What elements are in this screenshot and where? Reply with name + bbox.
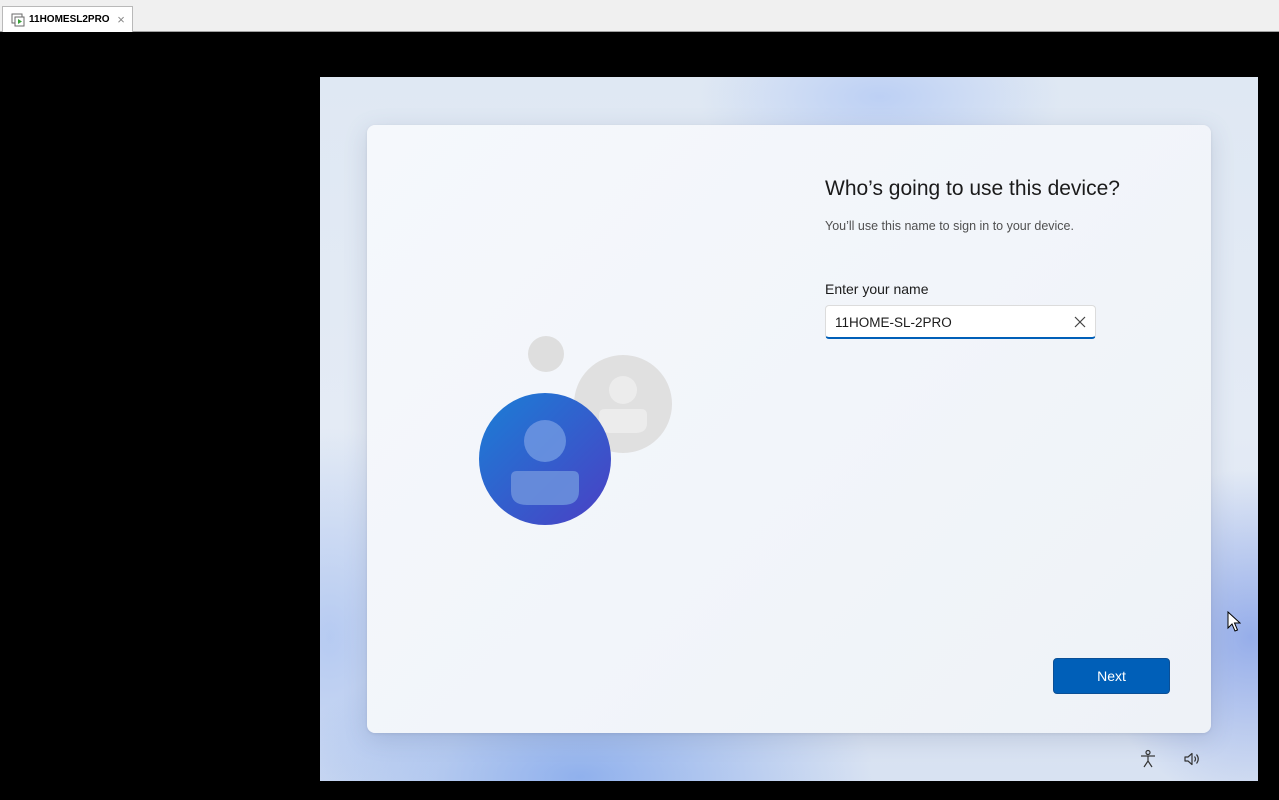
page-title: Who’s going to use this device? (825, 177, 1120, 200)
name-field-label: Enter your name (825, 281, 929, 297)
tab-label: 11HOMESL2PRO (29, 14, 110, 25)
tab-close-icon[interactable]: × (114, 12, 128, 27)
vm-tab-bar: 11HOMESL2PRO × (0, 0, 1279, 32)
name-field (825, 305, 1096, 339)
volume-icon[interactable] (1182, 749, 1202, 769)
oobe-card: Who’s going to use this device? You’ll u… (367, 125, 1211, 733)
tab-11homesl2pro[interactable]: 11HOMESL2PRO × (2, 6, 133, 32)
vm-display[interactable]: Who’s going to use this device? You’ll u… (320, 77, 1258, 781)
vm-console-icon (11, 13, 25, 26)
clear-icon[interactable] (1071, 313, 1089, 331)
page-subtitle: You’ll use this name to sign in to your … (825, 219, 1074, 233)
name-input[interactable] (826, 306, 1061, 338)
mouse-cursor-icon (1227, 611, 1241, 632)
user-accounts-illustration (479, 336, 672, 525)
next-button[interactable]: Next (1053, 658, 1170, 694)
accessibility-icon[interactable] (1138, 749, 1158, 769)
